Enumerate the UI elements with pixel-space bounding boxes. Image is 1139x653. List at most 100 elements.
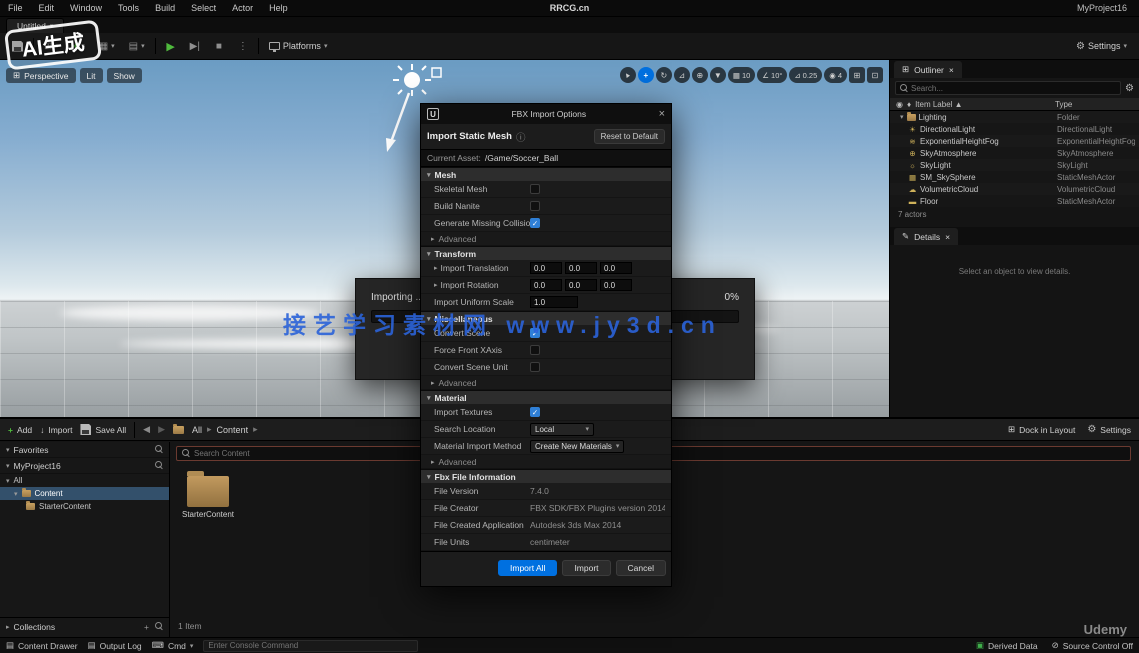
camera-speed-button[interactable]: ◉ 4 — [824, 67, 847, 83]
favorites-header[interactable]: ▾ Favorites — [0, 442, 169, 458]
level-tab[interactable]: Untitled ▾ — [6, 18, 64, 33]
world-space-button[interactable]: ⊕ — [692, 67, 708, 83]
convert-scene-unit-checkbox[interactable] — [530, 362, 540, 372]
forward-button[interactable]: ▶ — [158, 424, 165, 435]
select-tool-button[interactable]: ▲ — [620, 67, 636, 83]
collections-section[interactable]: ▸ Collections + — [0, 617, 169, 635]
viewport-options-button[interactable]: ⊞ — [849, 67, 865, 83]
menu-item-help[interactable]: Help — [261, 3, 296, 13]
info-icon[interactable]: ⓘ — [516, 130, 526, 144]
section-fbx-file-information[interactable]: ▾ Fbx File Information — [421, 469, 671, 483]
import-all-button[interactable]: Import All — [498, 560, 557, 576]
breadcrumb-content[interactable]: Content — [217, 425, 249, 435]
menu-item-file[interactable]: File — [0, 3, 31, 13]
blueprints-dropdown[interactable]: ▦ ▾ — [95, 37, 119, 55]
lit-dropdown[interactable]: Lit — [80, 68, 103, 83]
perspective-dropdown[interactable]: ⊞ Perspective — [6, 68, 76, 83]
outliner-row-exponentialheightfog[interactable]: ≋ ExponentialHeightFog ExponentialHeight… — [890, 135, 1139, 147]
scale-tool-button[interactable]: ⊿ — [674, 67, 690, 83]
surface-snap-button[interactable]: ▼ — [710, 67, 726, 83]
close-icon[interactable]: × — [659, 108, 665, 120]
chevron-right-icon[interactable]: ▸ — [434, 264, 438, 272]
reset-to-default-button[interactable]: Reset to Default — [594, 129, 665, 144]
build-nanite-checkbox[interactable] — [530, 201, 540, 211]
import-button[interactable]: Import — [562, 560, 610, 576]
search-icon[interactable] — [155, 622, 163, 631]
folder-tile-startercontent[interactable]: StarterContent — [180, 470, 236, 519]
rotation-x-field[interactable]: 0.0 — [530, 279, 562, 291]
force-front-xaxis-checkbox[interactable] — [530, 345, 540, 355]
outliner-column-header[interactable]: ◉ ♦ Item Label ▲ Type — [890, 98, 1139, 111]
section-mesh[interactable]: ▾ Mesh — [421, 167, 671, 181]
derived-data-status[interactable]: ▣ Derived Data — [976, 640, 1038, 651]
scale-snap-button[interactable]: ⊿ 0.25 — [789, 67, 822, 83]
source-control-status[interactable]: ⊘ Source Control Off — [1052, 640, 1133, 651]
outliner-tab[interactable]: ⊞ Outliner × — [894, 61, 962, 78]
translation-y-field[interactable]: 0.0 — [565, 262, 597, 274]
section-material[interactable]: ▾ Material — [421, 390, 671, 404]
translation-z-field[interactable]: 0.0 — [600, 262, 632, 274]
maximize-viewport-button[interactable]: ⊡ — [867, 67, 883, 83]
add-button[interactable]: + Add — [8, 425, 32, 435]
mesh-advanced-expander[interactable]: ▸ Advanced — [421, 232, 671, 246]
rotation-snap-button[interactable]: ∠ 10° — [757, 67, 787, 83]
import-button[interactable]: ↓ Import — [40, 425, 72, 435]
outliner-row-floor[interactable]: ▬ Floor StaticMeshActor — [890, 195, 1139, 207]
outliner-row-skyatmosphere[interactable]: ⊕ SkyAtmosphere SkyAtmosphere — [890, 147, 1139, 159]
chevron-down-icon[interactable]: ▾ — [900, 113, 904, 121]
stop-button[interactable]: ■ — [210, 37, 228, 55]
save-all-button[interactable]: Save All — [80, 424, 126, 435]
dialog-titlebar[interactable]: U FBX Import Options × — [421, 104, 671, 124]
save-button[interactable] — [8, 37, 27, 55]
back-button[interactable]: ◀ — [143, 424, 150, 435]
show-dropdown[interactable]: Show — [107, 68, 142, 83]
close-icon[interactable]: × — [949, 65, 954, 75]
play-button[interactable]: ▶ — [162, 37, 180, 55]
cinematics-dropdown[interactable]: ▤ ▾ — [125, 37, 149, 55]
move-tool-button[interactable]: + — [638, 67, 654, 83]
outliner-search-input[interactable] — [911, 84, 1116, 93]
breadcrumb-all[interactable]: All — [192, 425, 202, 435]
convert-scene-checkbox[interactable]: ✓ — [530, 328, 540, 338]
details-tab[interactable]: ✎ Details × — [894, 228, 958, 245]
search-location-dropdown[interactable]: Local ▾ — [530, 423, 594, 436]
outliner-row-sm-skysphere[interactable]: ▦ SM_SkySphere StaticMeshActor — [890, 171, 1139, 183]
material-import-method-dropdown[interactable]: Create New Materials ▾ — [530, 440, 624, 453]
cmd-dropdown[interactable]: ⌨ Cmd ▾ — [152, 640, 194, 651]
grid-snap-button[interactable]: ▦ 10 — [728, 67, 755, 83]
misc-advanced-expander[interactable]: ▸ Advanced — [421, 376, 671, 390]
search-icon[interactable] — [155, 461, 163, 470]
item-label-column[interactable]: Item Label ▲ — [915, 100, 963, 109]
tree-item-all[interactable]: ▾ All — [0, 474, 169, 487]
rotation-y-field[interactable]: 0.0 — [565, 279, 597, 291]
translation-x-field[interactable]: 0.0 — [530, 262, 562, 274]
outliner-row-volumetriccloud[interactable]: ☁ VolumetricCloud VolumetricCloud — [890, 183, 1139, 195]
settings-dropdown[interactable]: ⚙ Settings ▾ — [1072, 37, 1131, 55]
material-advanced-expander[interactable]: ▸ Advanced — [421, 455, 671, 469]
outliner-search-box[interactable] — [895, 81, 1121, 95]
menu-item-window[interactable]: Window — [62, 3, 110, 13]
chevron-right-icon[interactable]: ▸ — [434, 281, 438, 289]
menu-item-build[interactable]: Build — [147, 3, 183, 13]
console-command-input[interactable] — [208, 641, 413, 650]
project-header[interactable]: ▾ MyProject16 — [0, 458, 169, 474]
console-command-box[interactable] — [203, 640, 418, 652]
content-drawer-button[interactable]: ▤ Content Drawer — [6, 640, 78, 651]
editor-modes-dropdown[interactable]: ⊞ ▾ — [40, 37, 63, 55]
output-log-button[interactable]: ▤ Output Log — [88, 640, 142, 651]
search-icon[interactable] — [155, 445, 163, 454]
dock-in-layout-button[interactable]: ⊞ Dock in Layout — [1008, 424, 1075, 435]
section-miscellaneous[interactable]: ▾ Miscellaneous — [421, 311, 671, 325]
import-textures-checkbox[interactable]: ✓ — [530, 407, 540, 417]
add-content-dropdown[interactable]: + ▾ — [69, 37, 89, 55]
outliner-row-lighting-folder[interactable]: ▾ Lighting Folder — [890, 111, 1139, 123]
outliner-settings-icon[interactable]: ⚙ — [1125, 83, 1134, 94]
generate-missing-collision-checkbox[interactable]: ✓ — [530, 218, 540, 228]
platforms-dropdown[interactable]: Platforms ▾ — [265, 37, 332, 55]
menu-item-actor[interactable]: Actor — [224, 3, 261, 13]
tree-item-startercontent[interactable]: StarterContent — [0, 500, 169, 513]
add-collection-icon[interactable]: + — [144, 622, 149, 632]
cancel-button[interactable]: Cancel — [616, 560, 666, 576]
close-icon[interactable]: × — [945, 232, 950, 242]
outliner-row-directionallight[interactable]: ☀ DirectionalLight DirectionalLight — [890, 123, 1139, 135]
